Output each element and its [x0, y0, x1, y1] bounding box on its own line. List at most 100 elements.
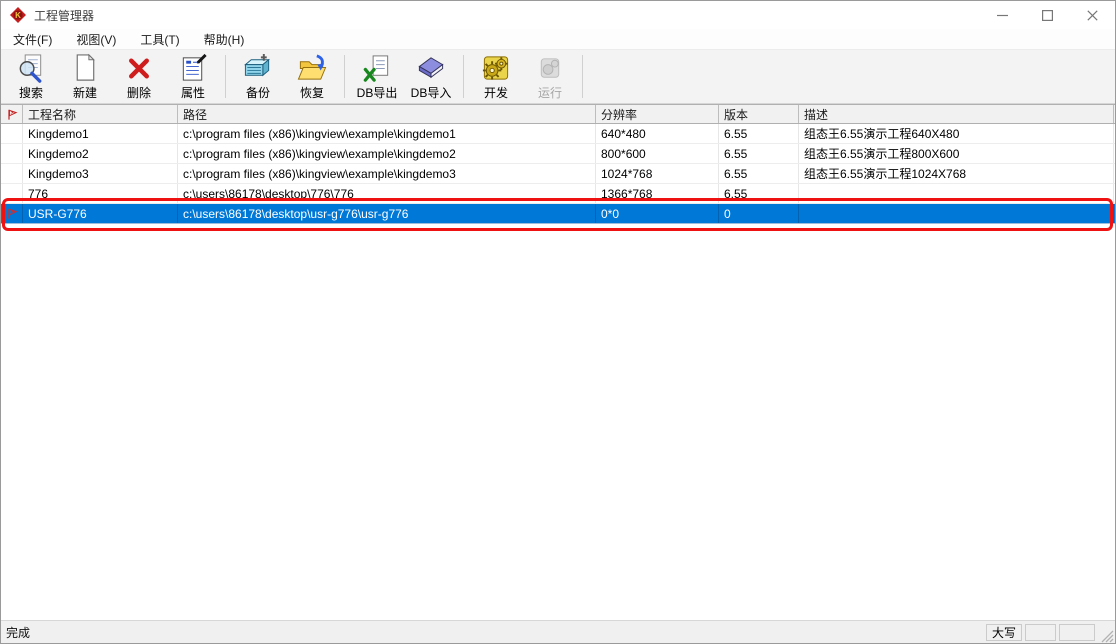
list-empty-area	[1, 224, 1115, 620]
header-project-name[interactable]: 工程名称	[23, 105, 178, 123]
properties-icon	[177, 53, 209, 84]
cell-resolution: 640*480	[596, 124, 719, 143]
toolbar-separator	[225, 55, 226, 98]
cell-resolution: 1366*768	[596, 184, 719, 203]
header-version[interactable]: 版本	[719, 105, 799, 123]
status-panel-empty	[1059, 624, 1095, 641]
toolbar-label: 搜索	[19, 84, 43, 101]
cell-resolution: 0*0	[596, 204, 719, 223]
toolbar-separator	[344, 55, 345, 98]
toolbar-label: 备份	[246, 84, 270, 101]
svg-text:K: K	[15, 11, 21, 20]
menu-view[interactable]: 视图(V)	[67, 29, 125, 49]
toolbar-label: 删除	[127, 84, 151, 101]
run-icon	[534, 53, 566, 84]
menu-tools[interactable]: 工具(T)	[131, 29, 188, 49]
toolbar-label: 新建	[73, 84, 97, 101]
cell-resolution: 800*600	[596, 144, 719, 163]
run-button[interactable]: 运行	[523, 50, 577, 103]
minimize-button[interactable]	[980, 1, 1025, 29]
cell-path: c:\program files (x86)\kingview\example\…	[178, 124, 596, 143]
close-icon	[1087, 10, 1098, 21]
close-button[interactable]	[1070, 1, 1115, 29]
delete-button[interactable]: 删除	[112, 50, 166, 103]
minimize-icon	[997, 10, 1008, 21]
properties-button[interactable]: 属性	[166, 50, 220, 103]
cell-path: c:\program files (x86)\kingview\example\…	[178, 144, 596, 163]
toolbar-label: 开发	[484, 84, 508, 101]
maximize-button[interactable]	[1025, 1, 1070, 29]
flag-cell	[1, 124, 23, 143]
flag-cell	[1, 164, 23, 183]
cell-description	[799, 184, 1114, 203]
table-row[interactable]: Kingdemo2 c:\program files (x86)\kingvie…	[1, 144, 1115, 164]
resize-grip[interactable]	[1099, 628, 1114, 643]
menu-file[interactable]: 文件(F)	[4, 29, 61, 49]
status-panel-empty	[1025, 624, 1056, 641]
cell-version: 6.55	[719, 144, 799, 163]
table-row[interactable]: 776 c:\users\86178\desktop\776\776 1366*…	[1, 184, 1115, 204]
db-export-button[interactable]: DB导出	[350, 50, 404, 103]
flag-icon	[6, 207, 18, 220]
cell-resolution: 1024*768	[596, 164, 719, 183]
table-row-selected[interactable]: USR-G776 c:\users\86178\desktop\usr-g776…	[1, 204, 1115, 224]
search-button[interactable]: 搜索	[4, 50, 58, 103]
cell-version: 6.55	[719, 164, 799, 183]
restore-button[interactable]: 恢复	[285, 50, 339, 103]
maximize-icon	[1042, 10, 1053, 21]
develop-button[interactable]: 开发	[469, 50, 523, 103]
backup-icon	[242, 53, 274, 84]
cell-project-name: USR-G776	[23, 204, 178, 223]
cell-project-name: 776	[23, 184, 178, 203]
toolbar: 搜索 新建 删除	[1, 50, 1115, 104]
db-import-button[interactable]: DB导入	[404, 50, 458, 103]
header-path[interactable]: 路径	[178, 105, 596, 123]
header-flag-column[interactable]	[1, 105, 23, 123]
toolbar-label: 属性	[181, 84, 205, 101]
cell-path: c:\users\86178\desktop\776\776	[178, 184, 596, 203]
cell-description: 组态王6.55演示工程1024X768	[799, 164, 1114, 183]
db-export-icon	[361, 53, 393, 84]
cell-version: 6.55	[719, 124, 799, 143]
db-import-icon	[415, 53, 447, 84]
new-button[interactable]: 新建	[58, 50, 112, 103]
backup-button[interactable]: 备份	[231, 50, 285, 103]
menu-bar: 文件(F) 视图(V) 工具(T) 帮助(H)	[1, 29, 1115, 50]
toolbar-label: 运行	[538, 84, 562, 101]
cell-description: 组态王6.55演示工程800X600	[799, 144, 1114, 163]
develop-icon	[480, 53, 512, 84]
header-description[interactable]: 描述	[799, 105, 1114, 123]
caps-lock-indicator: 大写	[986, 624, 1022, 641]
flag-cell	[1, 144, 23, 163]
delete-icon	[123, 53, 155, 84]
cell-path: c:\program files (x86)\kingview\example\…	[178, 164, 596, 183]
cell-description: 组态王6.55演示工程640X480	[799, 124, 1114, 143]
status-text: 完成	[1, 624, 986, 641]
cell-project-name: Kingdemo2	[23, 144, 178, 163]
cell-version: 0	[719, 204, 799, 223]
toolbar-separator	[463, 55, 464, 98]
status-bar: 完成 大写	[1, 620, 1115, 643]
toolbar-separator	[582, 55, 583, 98]
project-list: 工程名称 路径 分辨率 版本 描述 Kingdemo1 c:\program f…	[1, 104, 1115, 224]
table-header-row: 工程名称 路径 分辨率 版本 描述	[1, 104, 1115, 124]
table-row[interactable]: Kingdemo1 c:\program files (x86)\kingvie…	[1, 124, 1115, 144]
cell-version: 6.55	[719, 184, 799, 203]
search-icon	[15, 53, 47, 84]
header-resolution[interactable]: 分辨率	[596, 105, 719, 123]
toolbar-label: DB导入	[411, 84, 452, 101]
restore-icon	[296, 53, 328, 84]
flag-cell	[1, 204, 23, 223]
toolbar-label: 恢复	[300, 84, 324, 101]
window-title: 工程管理器	[34, 7, 94, 24]
cell-path: c:\users\86178\desktop\usr-g776\usr-g776	[178, 204, 596, 223]
cell-project-name: Kingdemo3	[23, 164, 178, 183]
table-row[interactable]: Kingdemo3 c:\program files (x86)\kingvie…	[1, 164, 1115, 184]
cell-description	[799, 204, 1114, 223]
flag-icon	[6, 108, 18, 121]
project-manager-window: K 工程管理器 文件(F) 视图(V) 工具(T) 帮助(H)	[0, 0, 1116, 644]
flag-cell	[1, 184, 23, 203]
cell-project-name: Kingdemo1	[23, 124, 178, 143]
new-icon	[69, 53, 101, 84]
menu-help[interactable]: 帮助(H)	[195, 29, 254, 49]
